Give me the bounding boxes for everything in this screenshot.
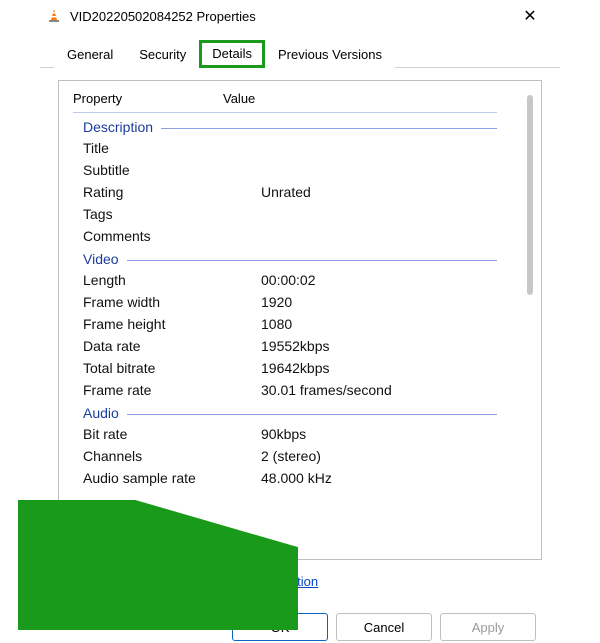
tab-security[interactable]: Security	[126, 41, 199, 68]
apply-button: Apply	[440, 613, 536, 641]
prop-frame-height[interactable]: Frame height1080	[59, 313, 541, 335]
dialog-buttons: OK Cancel Apply	[40, 613, 536, 641]
vlc-icon	[46, 8, 62, 24]
prop-frame-width[interactable]: Frame width1920	[59, 291, 541, 313]
prop-title[interactable]: Title	[59, 137, 541, 159]
tab-details[interactable]: Details	[199, 40, 265, 68]
titlebar: VID20220502084252 Properties ✕	[40, 0, 560, 32]
column-headers: Property Value	[59, 87, 541, 112]
group-label: Video	[83, 251, 119, 267]
prop-channels[interactable]: Channels2 (stereo)	[59, 445, 541, 467]
scrollbar[interactable]	[527, 95, 533, 295]
header-value: Value	[223, 91, 541, 106]
prop-audio-sample-rate[interactable]: Audio sample rate48.000 kHz	[59, 467, 541, 489]
property-list[interactable]: Description Title Subtitle RatingUnrated…	[59, 113, 541, 489]
window-title: VID20220502084252 Properties	[70, 9, 502, 24]
tab-general[interactable]: General	[54, 41, 126, 68]
prop-tags[interactable]: Tags	[59, 203, 541, 225]
prop-bit-rate[interactable]: Bit rate90kbps	[59, 423, 541, 445]
group-line	[161, 128, 497, 129]
details-panel: Property Value Description Title Subtitl…	[58, 80, 542, 560]
group-label: Audio	[83, 405, 119, 421]
tab-bar: General Security Details Previous Versio…	[40, 40, 560, 68]
prop-data-rate[interactable]: Data rate19552kbps	[59, 335, 541, 357]
group-label: Description	[83, 119, 153, 135]
tab-previous-versions[interactable]: Previous Versions	[265, 41, 395, 68]
ok-button[interactable]: OK	[232, 613, 328, 641]
group-line	[127, 414, 497, 415]
group-line	[127, 260, 497, 261]
prop-length[interactable]: Length00:00:02	[59, 269, 541, 291]
prop-frame-rate[interactable]: Frame rate30.01 frames/second	[59, 379, 541, 401]
remove-properties-link[interactable]: Remove Properties and Personal Informati…	[58, 574, 318, 589]
prop-subtitle[interactable]: Subtitle	[59, 159, 541, 181]
group-video: Video	[59, 247, 541, 269]
prop-rating[interactable]: RatingUnrated	[59, 181, 541, 203]
cancel-button[interactable]: Cancel	[336, 613, 432, 641]
header-property: Property	[73, 91, 223, 106]
prop-comments[interactable]: Comments	[59, 225, 541, 247]
close-icon[interactable]: ✕	[510, 6, 550, 26]
prop-total-bitrate[interactable]: Total bitrate19642kbps	[59, 357, 541, 379]
properties-dialog: VID20220502084252 Properties ✕ General S…	[40, 0, 560, 643]
group-description: Description	[59, 115, 541, 137]
group-audio: Audio	[59, 401, 541, 423]
